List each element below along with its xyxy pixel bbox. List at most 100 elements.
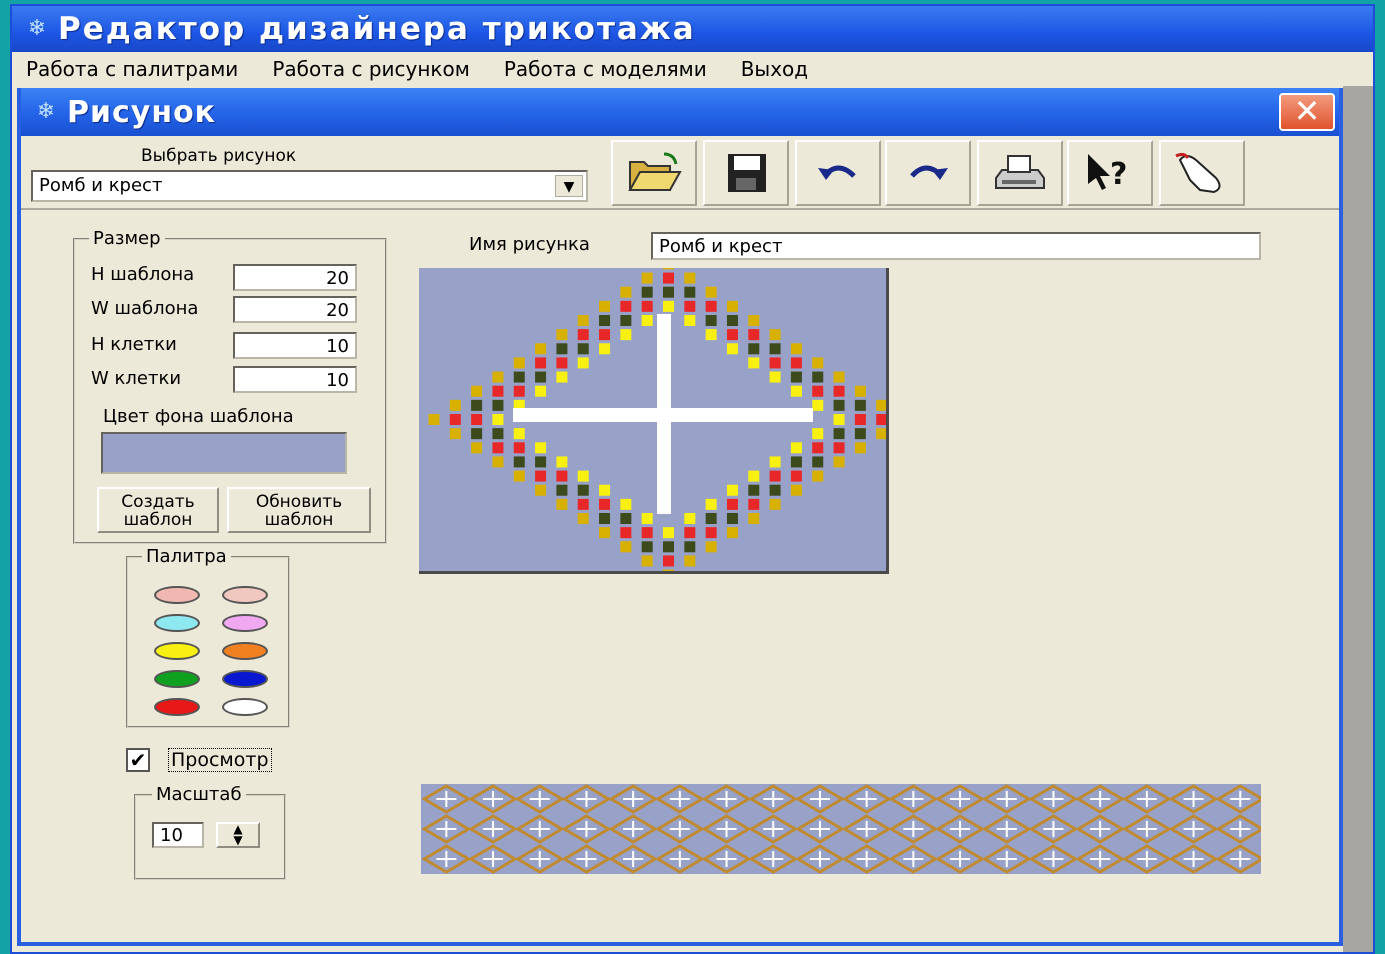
pattern-cell [513, 442, 525, 454]
pattern-cell [833, 385, 845, 397]
bg-color-swatch[interactable] [101, 432, 347, 474]
pattern-cell [684, 314, 696, 326]
chevron-down-icon[interactable]: ▼ [555, 175, 583, 197]
menu-exit[interactable]: Выход [727, 57, 822, 81]
pattern-cell [876, 399, 886, 411]
pattern-cell [641, 286, 653, 298]
pattern-cell [513, 470, 525, 482]
open-button[interactable] [611, 140, 697, 206]
pattern-cell [492, 428, 504, 440]
cell-height-input[interactable]: 10 [233, 332, 357, 359]
pattern-cell [599, 527, 611, 539]
menu-picture[interactable]: Работа с рисунком [258, 57, 484, 81]
picture-name-input[interactable]: Ромб и крест [651, 232, 1261, 260]
pattern-cell [620, 541, 632, 553]
pattern-cell [769, 371, 781, 383]
template-height-label: Н шаблона [91, 264, 195, 285]
menu-models[interactable]: Работа с моделями [490, 57, 721, 81]
pattern-cell [513, 385, 525, 397]
scale-spinner[interactable]: ▲ ▼ [216, 822, 260, 848]
pattern-cell [620, 300, 632, 312]
pattern-cell [663, 569, 674, 571]
palette-color-0[interactable] [154, 586, 200, 604]
template-width-input[interactable]: 20 [233, 296, 357, 323]
pattern-cell [812, 371, 824, 383]
pattern-cell [854, 399, 866, 411]
pattern-cell [599, 484, 611, 496]
pattern-cell [620, 314, 632, 326]
pattern-cell [726, 314, 738, 326]
template-width-label: W шаблона [91, 298, 199, 319]
pattern-cell [492, 442, 504, 454]
save-disk-icon [728, 154, 766, 192]
pattern-cell [748, 498, 760, 510]
template-height-input[interactable]: 20 [233, 264, 357, 291]
palette-color-1[interactable] [222, 586, 268, 604]
update-template-button[interactable]: Обновить шаблон [227, 487, 371, 533]
pattern-cell [705, 513, 717, 525]
preview-checkbox[interactable]: ✔ [126, 748, 150, 772]
palette-color-7[interactable] [222, 670, 268, 688]
window-snowflake-icon: ❄ [36, 99, 56, 124]
pattern-cell [705, 329, 717, 341]
pattern-cell [620, 527, 632, 539]
create-template-button[interactable]: Создать шаблон [97, 487, 219, 533]
redo-button[interactable] [885, 140, 971, 206]
pattern-cell [535, 371, 547, 383]
pattern-cell [599, 513, 611, 525]
close-button[interactable]: ✕ [1279, 93, 1335, 131]
help-button[interactable]: ? [1067, 140, 1153, 206]
svg-text:?: ? [1110, 157, 1127, 192]
palette-color-6[interactable] [154, 670, 200, 688]
pattern-cell [577, 470, 589, 482]
pattern-cell [663, 268, 674, 270]
pattern-cell [556, 357, 568, 369]
palette-color-8[interactable] [154, 698, 200, 716]
pattern-cell [535, 470, 547, 482]
print-button[interactable] [977, 140, 1063, 206]
pattern-cell [556, 343, 568, 355]
pattern-cell [620, 498, 632, 510]
pattern-cell [577, 513, 589, 525]
pattern-cell [556, 456, 568, 468]
picture-select-value: Ромб и крест [39, 175, 163, 196]
app-snowflake-icon: ❄ [27, 16, 47, 41]
preview-label[interactable]: Просмотр [168, 748, 272, 772]
picture-window-titlebar[interactable]: ❄ Рисунок ✕ [21, 88, 1339, 136]
exit-button[interactable] [1159, 140, 1245, 206]
pattern-cell [748, 513, 760, 525]
pattern-cell [769, 498, 781, 510]
pattern-cell [769, 343, 781, 355]
pattern-cell [663, 555, 674, 567]
pattern-cell [556, 329, 568, 341]
pattern-cell [684, 286, 696, 298]
pattern-cell [599, 314, 611, 326]
picture-window-title: Рисунок [67, 94, 217, 130]
pattern-cell [790, 456, 802, 468]
pattern-cell [812, 399, 824, 411]
save-button[interactable] [703, 140, 789, 206]
pattern-cell [854, 385, 866, 397]
scale-input[interactable]: 10 [152, 822, 204, 848]
pattern-cell [471, 385, 483, 397]
palette-color-3[interactable] [222, 614, 268, 632]
pattern-cell [812, 428, 824, 440]
palette-color-5[interactable] [222, 642, 268, 660]
pattern-cell [492, 414, 504, 425]
cell-width-input[interactable]: 10 [233, 366, 357, 393]
undo-button[interactable] [795, 140, 881, 206]
palette-color-4[interactable] [154, 642, 200, 660]
pattern-cell [535, 442, 547, 454]
picture-select[interactable]: Ромб и крест ▼ [31, 170, 588, 202]
pattern-cell [684, 513, 696, 525]
pattern-canvas[interactable] [419, 268, 889, 574]
pattern-cell [876, 428, 886, 440]
palette-color-9[interactable] [222, 698, 268, 716]
cross-bar [513, 408, 813, 422]
pattern-cell [449, 428, 461, 440]
menu-palettes[interactable]: Работа с палитрами [12, 57, 252, 81]
undo-icon [818, 165, 856, 180]
pattern-cell [876, 414, 886, 425]
palette-color-2[interactable] [154, 614, 200, 632]
pattern-cell [599, 343, 611, 355]
